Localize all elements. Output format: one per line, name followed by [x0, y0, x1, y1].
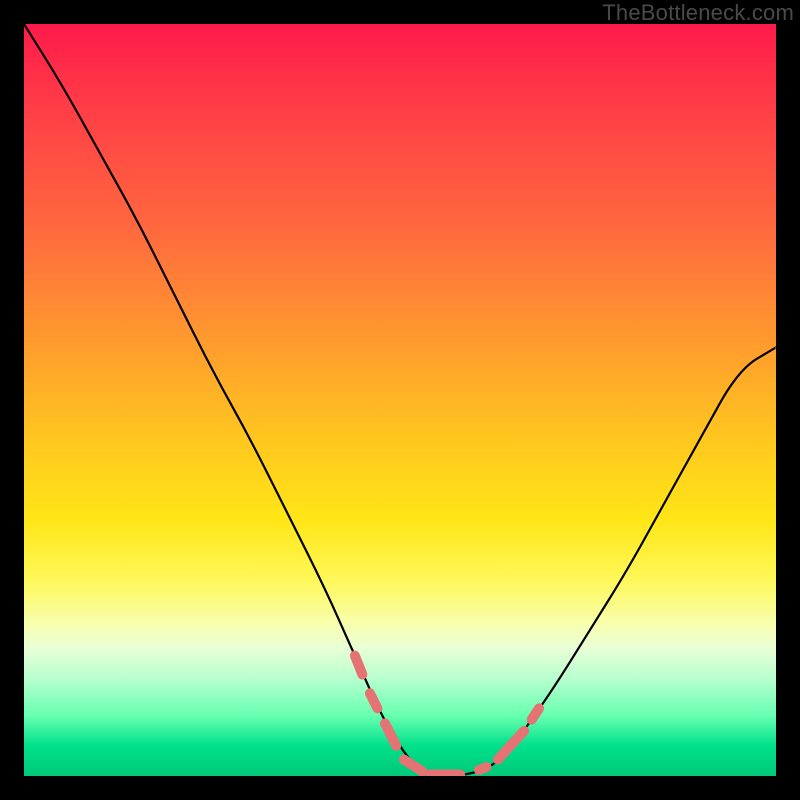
highlight-dash — [498, 731, 524, 760]
bottleneck-curve — [24, 24, 776, 776]
highlight-dash — [404, 760, 423, 772]
plot-area — [24, 24, 776, 776]
highlight-dash — [479, 767, 487, 770]
chart-svg — [24, 24, 776, 776]
chart-frame: TheBottleneck.com — [0, 0, 800, 800]
watermark-text: TheBottleneck.com — [602, 0, 794, 26]
highlight-dash — [532, 708, 540, 719]
highlight-dash — [370, 693, 378, 708]
highlight-dash — [385, 723, 396, 746]
highlight-dash — [355, 656, 363, 675]
